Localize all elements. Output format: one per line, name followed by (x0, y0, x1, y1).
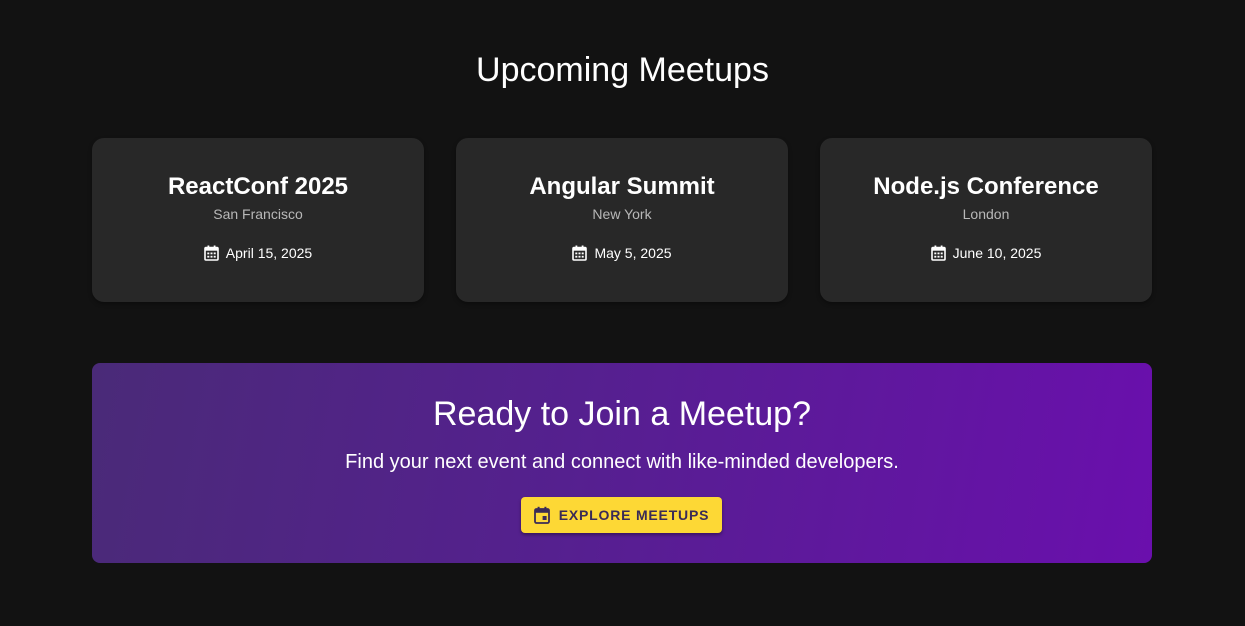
meetup-card[interactable]: Node.js Conference London June 10, 2025 (820, 138, 1152, 302)
meetup-title: Angular Summit (529, 173, 715, 200)
meetup-card[interactable]: Angular Summit New York May 5, 2025 (456, 138, 788, 302)
meetup-cards: ReactConf 2025 San Francisco April 15, 2… (92, 138, 1152, 302)
meetup-date-row: April 15, 2025 (203, 245, 313, 261)
meetup-location: New York (592, 206, 652, 222)
meetup-date-row: June 10, 2025 (930, 245, 1042, 261)
explore-meetups-label: Explore Meetups (558, 507, 710, 523)
calendar-icon (572, 245, 588, 261)
meetup-location: London (962, 206, 1010, 222)
cta-title: Ready to Join a Meetup? (432, 395, 812, 433)
meetup-date: April 15, 2025 (225, 245, 313, 261)
meetup-date: June 10, 2025 (952, 245, 1042, 261)
explore-meetups-button[interactable]: Explore Meetups (521, 497, 722, 533)
meetup-title: Node.js Conference (873, 173, 1099, 200)
meetup-location: San Francisco (213, 206, 303, 222)
meetup-date: May 5, 2025 (594, 245, 672, 261)
cta-banner: Ready to Join a Meetup? Find your next e… (92, 363, 1152, 563)
calendar-icon (203, 245, 219, 261)
meetup-title: ReactConf 2025 (167, 173, 349, 200)
meetup-date-row: May 5, 2025 (572, 245, 672, 261)
event-icon (533, 506, 550, 524)
meetup-card[interactable]: ReactConf 2025 San Francisco April 15, 2… (92, 138, 424, 302)
calendar-icon (930, 245, 946, 261)
page-title: Upcoming Meetups (476, 51, 769, 89)
cta-subtitle: Find your next event and connect with li… (345, 451, 899, 473)
